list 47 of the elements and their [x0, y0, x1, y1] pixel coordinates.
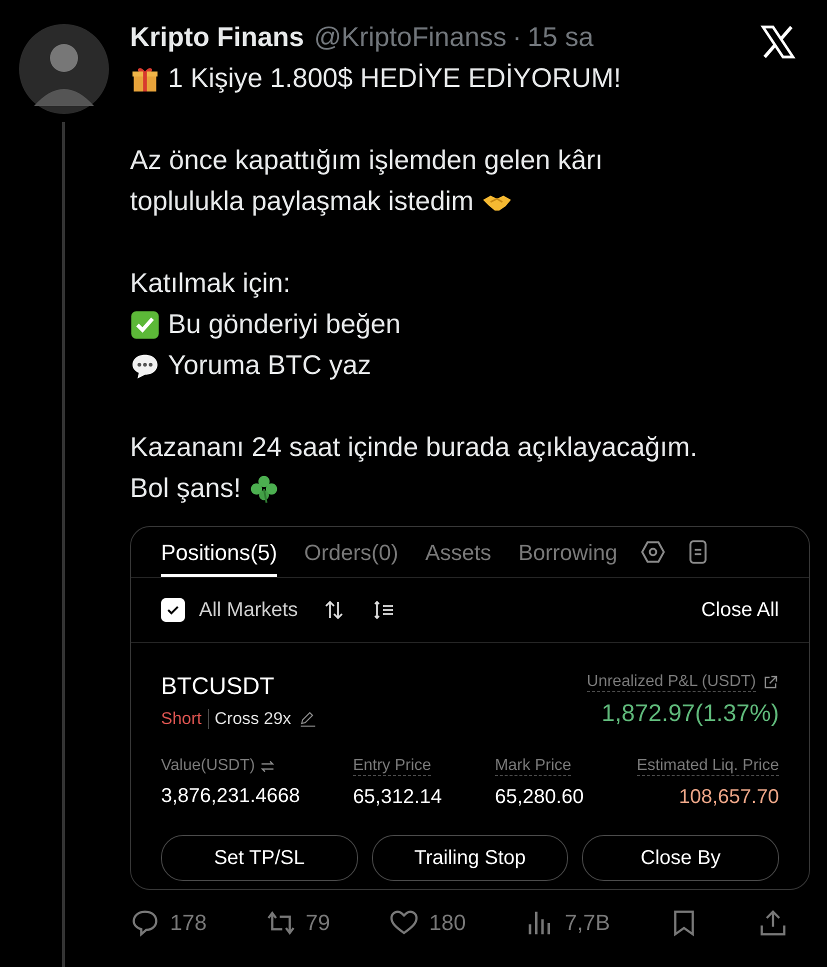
action-button[interactable]: Trailing Stop: [372, 835, 568, 881]
hexagon-settings-icon[interactable]: [640, 539, 666, 565]
metric-value: 65,280.60: [494, 786, 584, 809]
list-order-icon[interactable]: [372, 598, 396, 622]
repost-icon[interactable]: [266, 908, 296, 938]
external-link-icon[interactable]: [762, 674, 779, 691]
post-text: Bu gönderiyi beğen: [168, 308, 401, 341]
filter-label[interactable]: All Markets: [199, 598, 298, 622]
separator: ·: [512, 22, 522, 53]
metric-value: 65,312.14: [352, 786, 442, 809]
position-side: Short: [161, 709, 202, 729]
avatar-icon[interactable]: [18, 24, 108, 114]
post-text: Bol şans!: [130, 472, 242, 505]
action-button[interactable]: Close By: [582, 835, 780, 881]
action-count: 7,7B: [564, 910, 610, 936]
post-text: Kazananı 24 saat içinde burada açıklayacağım.: [130, 431, 698, 464]
post-text: toplulukla paylaşmak istedim: [130, 185, 474, 218]
action-button[interactable]: Set TP/SL: [161, 835, 358, 881]
edit-icon[interactable]: [299, 710, 318, 728]
action-count: 180: [429, 910, 466, 936]
metric-label: Entry Price: [352, 757, 432, 776]
metric-value: 3,876,231.4668: [161, 785, 300, 808]
pnl-value: 1,872.97(1.37%): [602, 700, 779, 728]
reply-icon[interactable]: [130, 908, 160, 938]
margin-mode: Cross 29x: [208, 709, 292, 729]
checkbox[interactable]: [161, 598, 185, 622]
action-count: 178: [170, 910, 207, 936]
author-name[interactable]: Kripto Finans: [130, 22, 304, 53]
post-text: Katılmak için:: [130, 267, 291, 300]
share-icon[interactable]: [758, 908, 788, 938]
metric-label: Mark Price: [494, 757, 572, 776]
close-all-button[interactable]: Close All: [701, 598, 779, 622]
tab[interactable]: Positions(5): [161, 527, 278, 577]
post-text: Az önce kapattığım işlemden gelen kârı: [130, 144, 603, 177]
tab[interactable]: Borrowing: [518, 527, 618, 577]
author-handle[interactable]: @KriptoFinanss: [314, 22, 506, 53]
post-text: Yoruma BTC yaz: [168, 349, 372, 382]
metric-value: 108,657.70: [678, 786, 779, 809]
post-text: 1 Kişiye 1.800$ HEDİYE EDİYORUM!: [168, 62, 622, 95]
tab[interactable]: Assets: [425, 527, 492, 577]
tab[interactable]: Orders(0): [304, 527, 398, 577]
post-time[interactable]: 15 sa: [527, 22, 594, 53]
metric-label: Value(USDT): [161, 757, 255, 775]
action-count: 79: [306, 910, 330, 936]
metric-label: Estimated Liq. Price: [636, 757, 779, 776]
pnl-label: Unrealized P&L (USDT): [586, 673, 756, 692]
symbol: BTCUSDT: [161, 673, 276, 701]
